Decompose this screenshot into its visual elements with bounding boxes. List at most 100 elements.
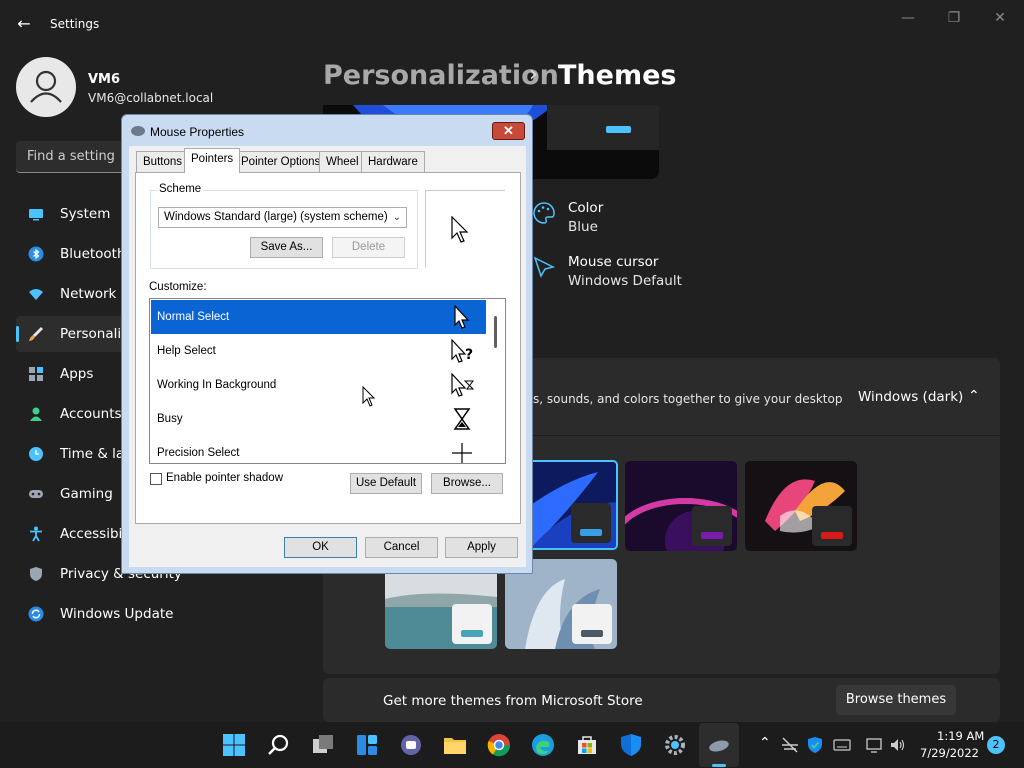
tab-pointers[interactable]: Pointers [184, 148, 241, 173]
ok-button[interactable]: OK [284, 537, 357, 558]
chevron-down-icon: ⌄ [392, 212, 401, 223]
hourglass-icon [453, 408, 471, 430]
tab-hardware[interactable]: Hardware [361, 151, 425, 172]
sidebar-item-label: Accounts [60, 406, 122, 422]
current-theme-value: Windows (dark) [858, 389, 964, 405]
search-placeholder: Find a setting [27, 149, 115, 164]
list-item-label: Busy [157, 413, 183, 425]
security-shield-icon[interactable] [619, 733, 643, 757]
store-text: Get more themes from Microsoft Store [383, 693, 643, 709]
page-title: Themes [558, 60, 677, 91]
window-title: Settings [50, 17, 100, 31]
breadcrumb-parent[interactable]: Personalization [323, 60, 559, 91]
windows-start-icon[interactable] [222, 733, 246, 757]
sidebar-item-label: Windows Update [60, 606, 174, 622]
network-off-icon[interactable] [781, 736, 799, 754]
cancel-button[interactable]: Cancel [365, 537, 438, 558]
defender-icon[interactable] [806, 736, 824, 754]
notification-badge[interactable]: 2 [987, 736, 1005, 754]
list-item[interactable]: Busy [151, 402, 486, 436]
pointer-shadow-checkbox[interactable] [150, 473, 162, 485]
widgets-icon[interactable] [355, 733, 379, 757]
chevron-right-icon: › [529, 62, 538, 87]
sidebar-item-label: Personaliz [60, 326, 129, 342]
mouse-cursor-setting-title[interactable]: Mouse cursor [568, 254, 658, 270]
back-arrow-icon[interactable]: ← [14, 14, 34, 34]
color-setting-title[interactable]: Color [568, 200, 603, 216]
svg-text:?: ? [465, 347, 473, 363]
theme-accent-bar [580, 529, 602, 536]
close-icon[interactable]: ✕ [990, 8, 1010, 28]
arrow-cursor-icon [454, 305, 470, 329]
list-item-label: Help Select [157, 345, 216, 357]
minimize-icon[interactable]: — [898, 8, 918, 28]
desktop-screen: ← Settings — ❐ ✕ VM6 VM6@collabnet.local… [0, 0, 1024, 768]
settings-gear-icon[interactable] [663, 733, 687, 757]
list-item[interactable]: Precision Select [151, 436, 486, 463]
use-default-button[interactable]: Use Default [350, 473, 422, 494]
volume-icon[interactable] [889, 736, 907, 754]
system-icon [29, 209, 43, 221]
browse-button[interactable]: Browse... [431, 473, 503, 494]
file-explorer-icon[interactable] [443, 733, 467, 757]
theme-color-chip [692, 506, 732, 546]
pointer-shadow-label: Enable pointer shadow [166, 472, 283, 484]
theme-color-chip [452, 604, 492, 644]
mouse-icon [131, 126, 145, 136]
mouse-pointer-icon [362, 386, 376, 407]
time-icon [29, 447, 43, 461]
tab-wheel[interactable]: Wheel [319, 151, 366, 172]
list-item[interactable]: Normal Select [151, 300, 486, 334]
accounts-icon [30, 407, 42, 421]
tab-pointer-options[interactable]: Pointer Options [234, 151, 328, 172]
teams-chat-icon[interactable] [399, 733, 423, 757]
theme-accent-bar [461, 630, 483, 637]
chrome-icon[interactable] [487, 733, 511, 757]
sidebar-item-label: Gaming [60, 486, 113, 502]
apply-button[interactable]: Apply [445, 537, 518, 558]
mouse-properties-dialog: Mouse Properties ✕ Buttons Pointers Poin… [121, 114, 533, 574]
display-icon[interactable] [865, 736, 883, 754]
delete-button[interactable]: Delete [332, 237, 405, 258]
avatar[interactable] [16, 57, 76, 117]
theme-accent-bar [581, 630, 603, 637]
list-item-label: Working In Background [157, 379, 277, 391]
restore-icon[interactable]: ❐ [944, 8, 964, 28]
dialog-title: Mouse Properties [150, 125, 245, 139]
crosshair-icon [452, 443, 472, 463]
scheme-select[interactable]: Windows Standard (large) (system scheme)… [158, 207, 407, 228]
mouse-app-button[interactable] [699, 723, 739, 767]
apps-icon [29, 367, 43, 381]
clock-date[interactable]: 7/29/2022 [920, 746, 979, 760]
clock-time[interactable]: 1:19 AM [937, 729, 984, 743]
browse-themes-button[interactable]: Browse themes [836, 685, 956, 715]
search-icon[interactable] [267, 733, 291, 757]
arrow-cursor-icon [451, 216, 469, 243]
edge-icon[interactable] [531, 733, 555, 757]
update-icon [28, 606, 44, 622]
mouse-icon [709, 740, 729, 752]
task-view-icon[interactable] [311, 733, 335, 757]
sidebar-item-windows-update[interactable]: Windows Update [16, 596, 173, 632]
settings-titlebar: ← Settings — ❐ ✕ [0, 0, 1024, 48]
list-item[interactable]: Help Select ? [151, 334, 486, 368]
chevron-up-icon[interactable]: ⌃ [759, 735, 771, 751]
theme-color-chip [812, 506, 852, 546]
tab-buttons[interactable]: Buttons [136, 151, 189, 172]
theme-accent-bar [821, 532, 843, 539]
network-icon [29, 289, 43, 300]
keyboard-icon[interactable] [833, 736, 851, 754]
gaming-icon [29, 490, 43, 498]
list-item[interactable]: Working In Background [151, 368, 486, 402]
chevron-up-icon[interactable]: ⌃ [968, 388, 980, 404]
theme-glow[interactable] [625, 461, 737, 551]
save-as-button[interactable]: Save As... [250, 237, 323, 258]
scrollbar-thumb[interactable] [494, 316, 497, 348]
microsoft-store-icon[interactable] [575, 733, 599, 757]
close-icon[interactable]: ✕ [492, 122, 525, 140]
theme-color-chip [572, 604, 612, 644]
theme-captured-motion[interactable] [745, 461, 857, 551]
accessibility-icon [30, 526, 42, 542]
list-scrollbar[interactable] [489, 300, 504, 462]
personalization-icon [29, 327, 43, 341]
